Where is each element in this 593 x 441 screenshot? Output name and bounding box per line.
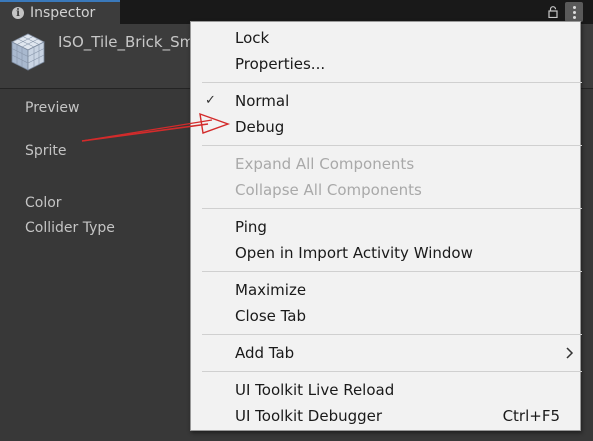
menu-item-lock[interactable]: Lock: [235, 29, 269, 47]
asset-name: ISO_Tile_Brick_Sm: [58, 33, 195, 51]
chevron-right-icon: [566, 347, 574, 359]
property-preview[interactable]: Preview: [25, 100, 80, 116]
check-icon: ✓: [205, 93, 216, 108]
menu-item-properties[interactable]: Properties...: [235, 55, 325, 73]
property-collider-type: Collider Type: [25, 220, 115, 236]
property-sprite: Sprite: [25, 143, 67, 159]
info-icon: i: [12, 7, 24, 19]
menu-separator: [202, 334, 582, 335]
menu-item-debug[interactable]: Debug: [235, 118, 284, 136]
menu-item-open-import-activity[interactable]: Open in Import Activity Window: [235, 244, 473, 262]
menu-item-ui-toolkit-debugger[interactable]: UI Toolkit Debugger: [235, 407, 382, 425]
tab-title: Inspector: [30, 5, 96, 21]
menu-item-maximize[interactable]: Maximize: [235, 281, 306, 299]
menu-item-ui-toolkit-live-reload[interactable]: UI Toolkit Live Reload: [235, 381, 394, 399]
context-menu: Lock Properties... ✓ Normal Debug Expand…: [190, 21, 582, 431]
asset-cube-icon: [11, 33, 45, 71]
menu-item-add-tab[interactable]: Add Tab: [235, 344, 294, 362]
menu-separator: [202, 145, 582, 146]
menu-item-close-tab[interactable]: Close Tab: [235, 307, 306, 325]
menu-item-ping[interactable]: Ping: [235, 218, 267, 236]
menu-separator: [202, 82, 582, 83]
menu-item-collapse-all: Collapse All Components: [235, 181, 422, 199]
menu-separator: [202, 208, 582, 209]
property-color: Color: [25, 195, 62, 211]
menu-separator: [202, 371, 582, 372]
lock-icon[interactable]: [548, 6, 558, 18]
menu-item-normal[interactable]: Normal: [235, 92, 289, 110]
kebab-menu-icon[interactable]: [565, 2, 583, 22]
tab-inspector[interactable]: i Inspector: [0, 0, 120, 24]
shortcut-label: Ctrl+F5: [502, 407, 560, 425]
menu-item-expand-all: Expand All Components: [235, 155, 415, 173]
menu-separator: [202, 271, 582, 272]
